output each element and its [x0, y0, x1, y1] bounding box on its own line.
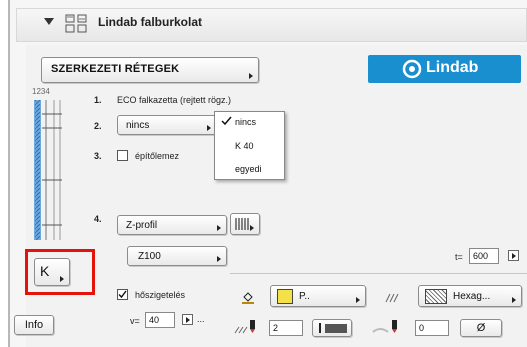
background-pen-field[interactable]: 0 — [415, 320, 449, 336]
divider — [230, 273, 527, 274]
structural-layers-label: SZERKEZETI RÉTEGEK — [51, 63, 180, 75]
insulation-v-label: v= — [130, 316, 140, 326]
t-stepper-button[interactable] — [508, 250, 519, 261]
size-select-value: Z100 — [138, 251, 161, 262]
profile-select[interactable]: Z-profil — [117, 215, 227, 235]
dropdown-arrow-icon — [250, 225, 254, 231]
insulation-v-field[interactable]: 40 — [145, 312, 175, 328]
dropdown-item-k40[interactable]: K 40 — [235, 141, 254, 151]
dropdown-arrow-icon — [217, 225, 221, 231]
check-mark-icon — [118, 290, 127, 299]
pen-icon — [234, 320, 255, 334]
pen-number-field[interactable]: 2 — [269, 320, 303, 336]
null-fill-button[interactable]: Ø — [460, 319, 502, 337]
null-fill-symbol: Ø — [476, 322, 486, 334]
row-3-checkbox[interactable] — [117, 150, 128, 161]
layer-numbers: 1234 — [32, 87, 50, 96]
insulation-stepper-button[interactable] — [182, 314, 193, 325]
size-select[interactable]: Z100 — [127, 246, 227, 266]
row-4-number: 4. — [94, 214, 102, 224]
dropdown-arrow-icon — [512, 297, 516, 303]
pen-color-label: P.. — [299, 291, 310, 302]
collapse-triangle-icon[interactable] — [44, 18, 54, 25]
line-color-button[interactable] — [312, 319, 352, 337]
layers-grid-icon — [65, 14, 87, 33]
profile-select-value: Z-profil — [126, 220, 158, 231]
row-2-number: 2. — [94, 121, 102, 131]
structural-layers-button[interactable]: SZERKEZETI RÉTEGEK — [41, 57, 259, 83]
row-3-label: építőlemez — [135, 151, 180, 161]
logo-text: Lindab — [426, 59, 479, 76]
row-1-number: 1. — [94, 95, 102, 105]
layer-ruler-graphic — [34, 100, 62, 240]
line-marker-icon — [319, 323, 321, 333]
lindab-logo: Lindab — [368, 55, 521, 83]
dropdown-item-egyedi[interactable]: egyedi — [235, 164, 262, 174]
dropdown-item-nincs[interactable]: nincs — [235, 117, 256, 127]
line-color-swatch — [325, 324, 347, 333]
row-2-select-value: nincs — [126, 120, 150, 131]
row-2-select[interactable]: nincs — [117, 115, 217, 135]
fill-bucket-icon — [242, 292, 254, 304]
t-value-field[interactable]: 600 — [469, 248, 499, 264]
panel-title: Lindab falburkolat — [98, 15, 203, 29]
insulation-ellipsis: ... — [197, 314, 205, 324]
lindab-ring-icon — [402, 59, 422, 79]
pen-color-select[interactable]: P.. — [270, 285, 366, 307]
row-3-number: 3. — [94, 151, 102, 161]
pattern-swatch — [425, 289, 447, 304]
info-button-label: Info — [24, 319, 44, 331]
dropdown-arrow-icon — [356, 297, 360, 303]
vertical-lines-icon — [235, 218, 249, 230]
highlight-box — [25, 249, 95, 295]
dropdown-arrow-icon — [207, 125, 211, 131]
fill-pattern-label: Hexag... — [453, 291, 491, 302]
dropdown-arrow-icon — [217, 256, 221, 262]
info-button[interactable]: Info — [14, 315, 54, 335]
insulation-label: hőszigetelés — [135, 290, 186, 300]
insulation-checkbox[interactable] — [117, 289, 128, 300]
t-label: t= — [455, 252, 463, 262]
dropdown-arrow-icon — [249, 73, 253, 79]
background-pen-icon — [372, 320, 397, 333]
pen-color-swatch — [277, 289, 293, 304]
check-mark-icon — [221, 116, 232, 125]
row-2-dropdown-menu[interactable]: nincs K 40 egyedi — [214, 111, 285, 180]
profile-pattern-button[interactable] — [230, 213, 260, 235]
hatch-lines-icon — [385, 293, 399, 303]
panel-header[interactable] — [16, 8, 527, 42]
fill-pattern-select[interactable]: Hexag... — [418, 285, 522, 307]
row-1-label: ECO falkazetta (rejtett rögz.) — [117, 95, 232, 105]
